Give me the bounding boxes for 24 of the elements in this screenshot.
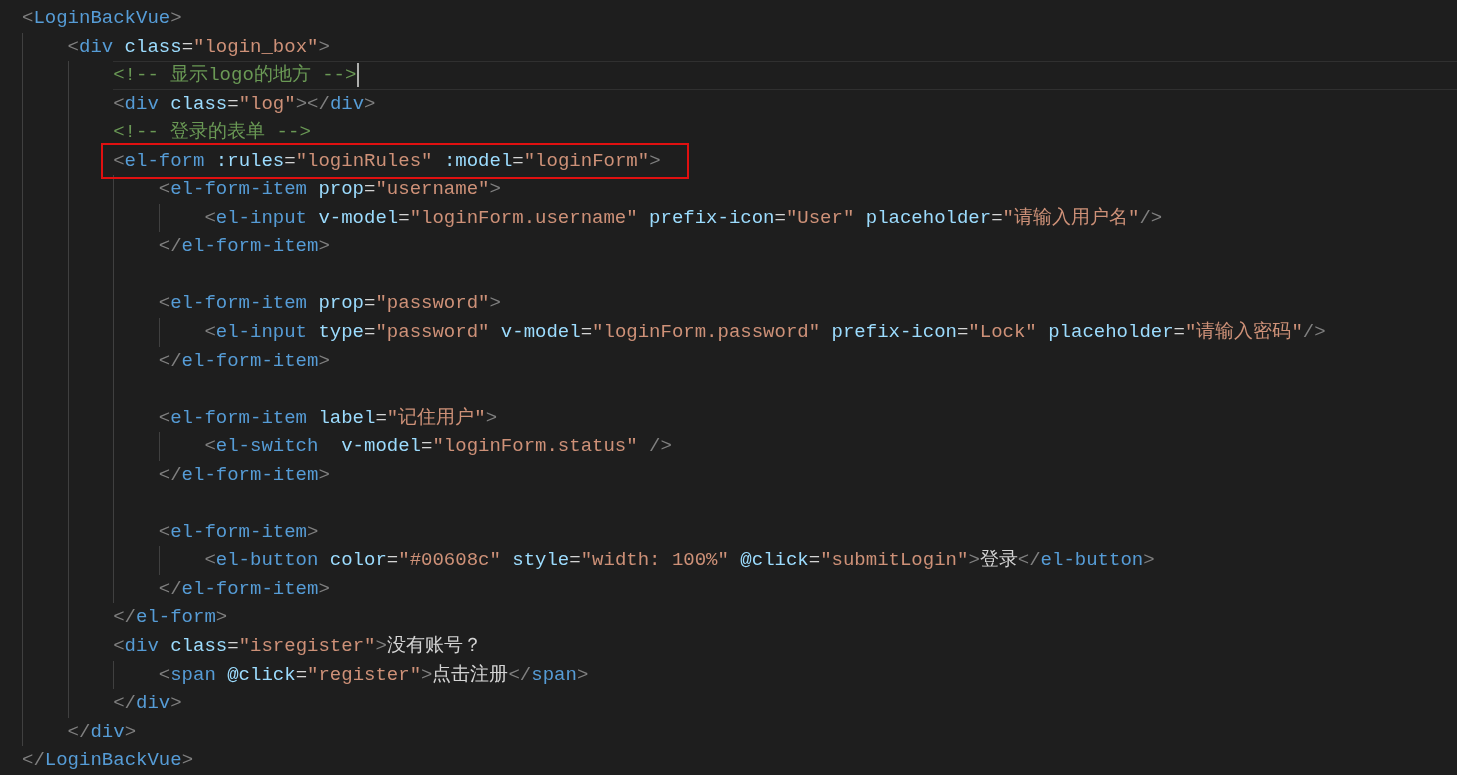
code-line: </el-form-item> — [158, 348, 330, 374]
code-line: </div> — [67, 719, 137, 745]
code-line: </div> — [113, 691, 182, 717]
code-line: <!-- 显示logo的地方 --> — [113, 63, 357, 89]
code-line: </el-form-item> — [158, 576, 330, 602]
code-line: </el-form-item> — [158, 234, 330, 260]
code-line: <el-form-item prop="password"> — [158, 291, 501, 317]
code-line: <el-switch v-model="loginForm.status" /> — [204, 434, 672, 460]
code-line: <div class="login_box"> — [67, 34, 330, 60]
code-line: <div class="log"></div> — [113, 91, 376, 117]
code-line: <span @click="register">点击注册</span> — [158, 662, 589, 688]
code-line: <el-form-item> — [158, 519, 319, 545]
text-cursor — [357, 63, 360, 88]
code-line: <LoginBackVue> — [22, 6, 182, 31]
code-line: <!-- 登录的表单 --> — [113, 120, 311, 146]
code-line: <el-form-item label="记住用户"> — [158, 405, 498, 431]
code-line: </LoginBackVue> — [22, 748, 194, 774]
code-line: </el-form> — [113, 605, 228, 631]
code-line: <el-form-item prop="username"> — [158, 177, 501, 203]
code-line: <el-button color="#00608c" style="width: 100%" @click="submitLogin">登录</el-button> — [204, 548, 1155, 574]
code-line: <el-input v-model="loginForm.username" prefix-icon="User" placeholder="请输入用户名"/> — [204, 205, 1163, 231]
code-line: </el-form-item> — [158, 462, 330, 488]
code-line: <el-input type="password" v-model="loginForm.password" prefix-icon="Lock" placeholder="请输入密码"/> — [204, 320, 1326, 345]
code-line: <div class="isregister">没有账号？ — [113, 634, 482, 660]
